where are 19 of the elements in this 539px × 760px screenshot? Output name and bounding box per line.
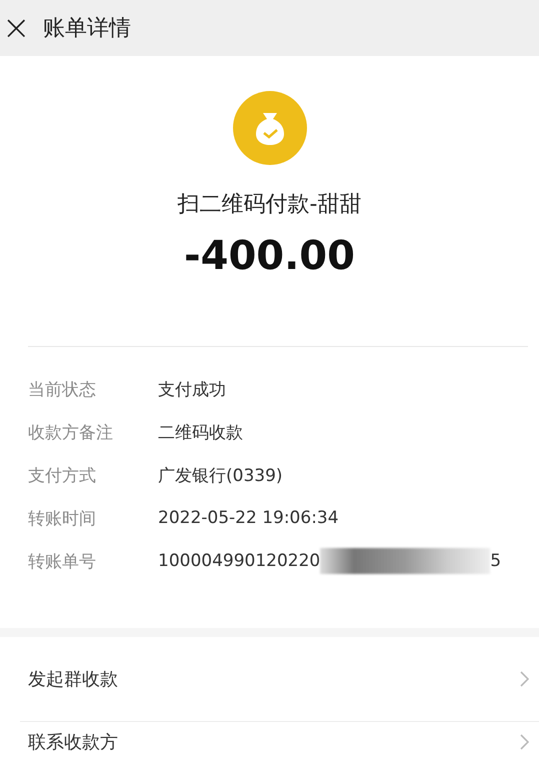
- detail-value: 二维码收款: [158, 422, 243, 444]
- detail-value: 2022-05-22 19:06:34: [158, 508, 339, 528]
- amount: -400.00: [184, 233, 355, 279]
- detail-label: 转账时间: [28, 508, 97, 530]
- detail-value: 5: [490, 551, 502, 571]
- page-title: 账单详情: [43, 15, 131, 43]
- detail-label: 收款方备注: [28, 422, 114, 444]
- payment-title: 扫二维码付款-甜甜: [178, 191, 362, 219]
- detail-value: 支付成功: [158, 378, 226, 400]
- detail-label: 转账单号: [28, 550, 97, 572]
- close-button[interactable]: ×: [2, 11, 26, 45]
- detail-value: 100004990120220: [158, 551, 320, 571]
- chevron-icon: [520, 671, 529, 687]
- money-bag-icon: [232, 91, 306, 165]
- detail-label: 当前状态: [28, 378, 97, 400]
- action-row[interactable]: 发起群收款: [20, 637, 539, 722]
- detail-value: 广发银行(0339): [158, 464, 283, 486]
- action-row[interactable]: 联系收款方: [20, 722, 539, 754]
- detail-label: 支付方式: [28, 464, 97, 486]
